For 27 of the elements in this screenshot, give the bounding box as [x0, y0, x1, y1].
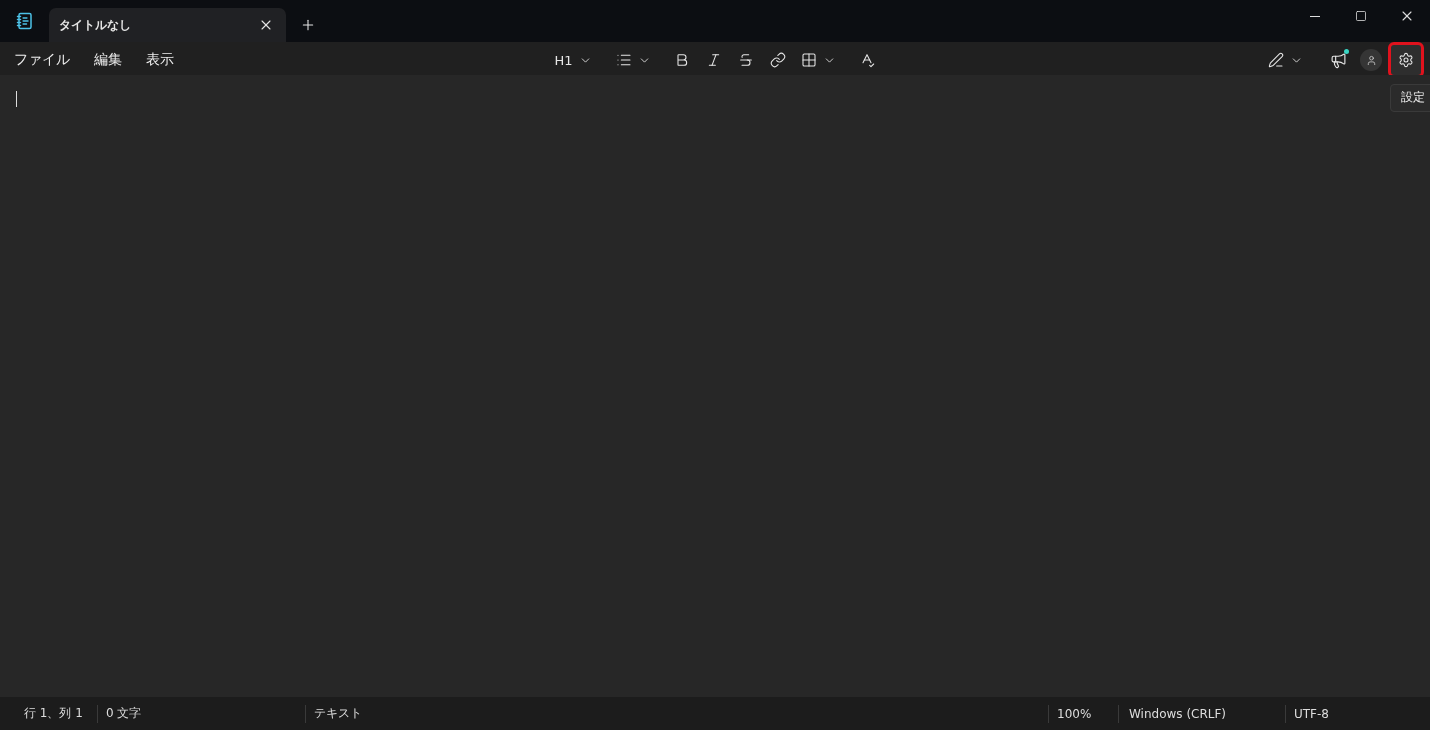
account-button[interactable] — [1360, 49, 1382, 71]
notepad-icon — [15, 12, 34, 30]
table-icon — [800, 52, 817, 68]
status-text: 100% — [1057, 706, 1092, 721]
menu-item[interactable]: 編集 — [84, 47, 132, 73]
megaphone-icon — [1329, 51, 1347, 69]
status-text: テキスト — [314, 705, 362, 722]
pen-icon — [1268, 52, 1284, 68]
link-icon — [769, 52, 786, 68]
status-text: 行 1、列 1 — [24, 705, 83, 722]
tooltip: 設定 — [1390, 84, 1430, 112]
status-text: 0 文字 — [106, 705, 142, 722]
list-icon — [615, 52, 632, 68]
heading-dropdown[interactable]: H1 — [549, 46, 597, 74]
maximize-icon — [1355, 10, 1367, 22]
menu-item[interactable]: ファイル — [4, 47, 80, 73]
settings-button[interactable] — [1388, 42, 1424, 78]
status-text: UTF-8 — [1294, 706, 1329, 721]
status-text: Windows (CRLF) — [1129, 706, 1227, 721]
menu-item[interactable]: 表示 — [136, 47, 184, 73]
person-icon — [1365, 54, 1377, 66]
settings-icon — [1398, 52, 1414, 68]
plus-icon — [300, 17, 316, 33]
minimize-icon — [1310, 15, 1320, 17]
strikethrough-icon — [737, 52, 754, 68]
text-cursor — [16, 91, 17, 107]
document-tab[interactable]: タイトルなし — [49, 8, 286, 42]
